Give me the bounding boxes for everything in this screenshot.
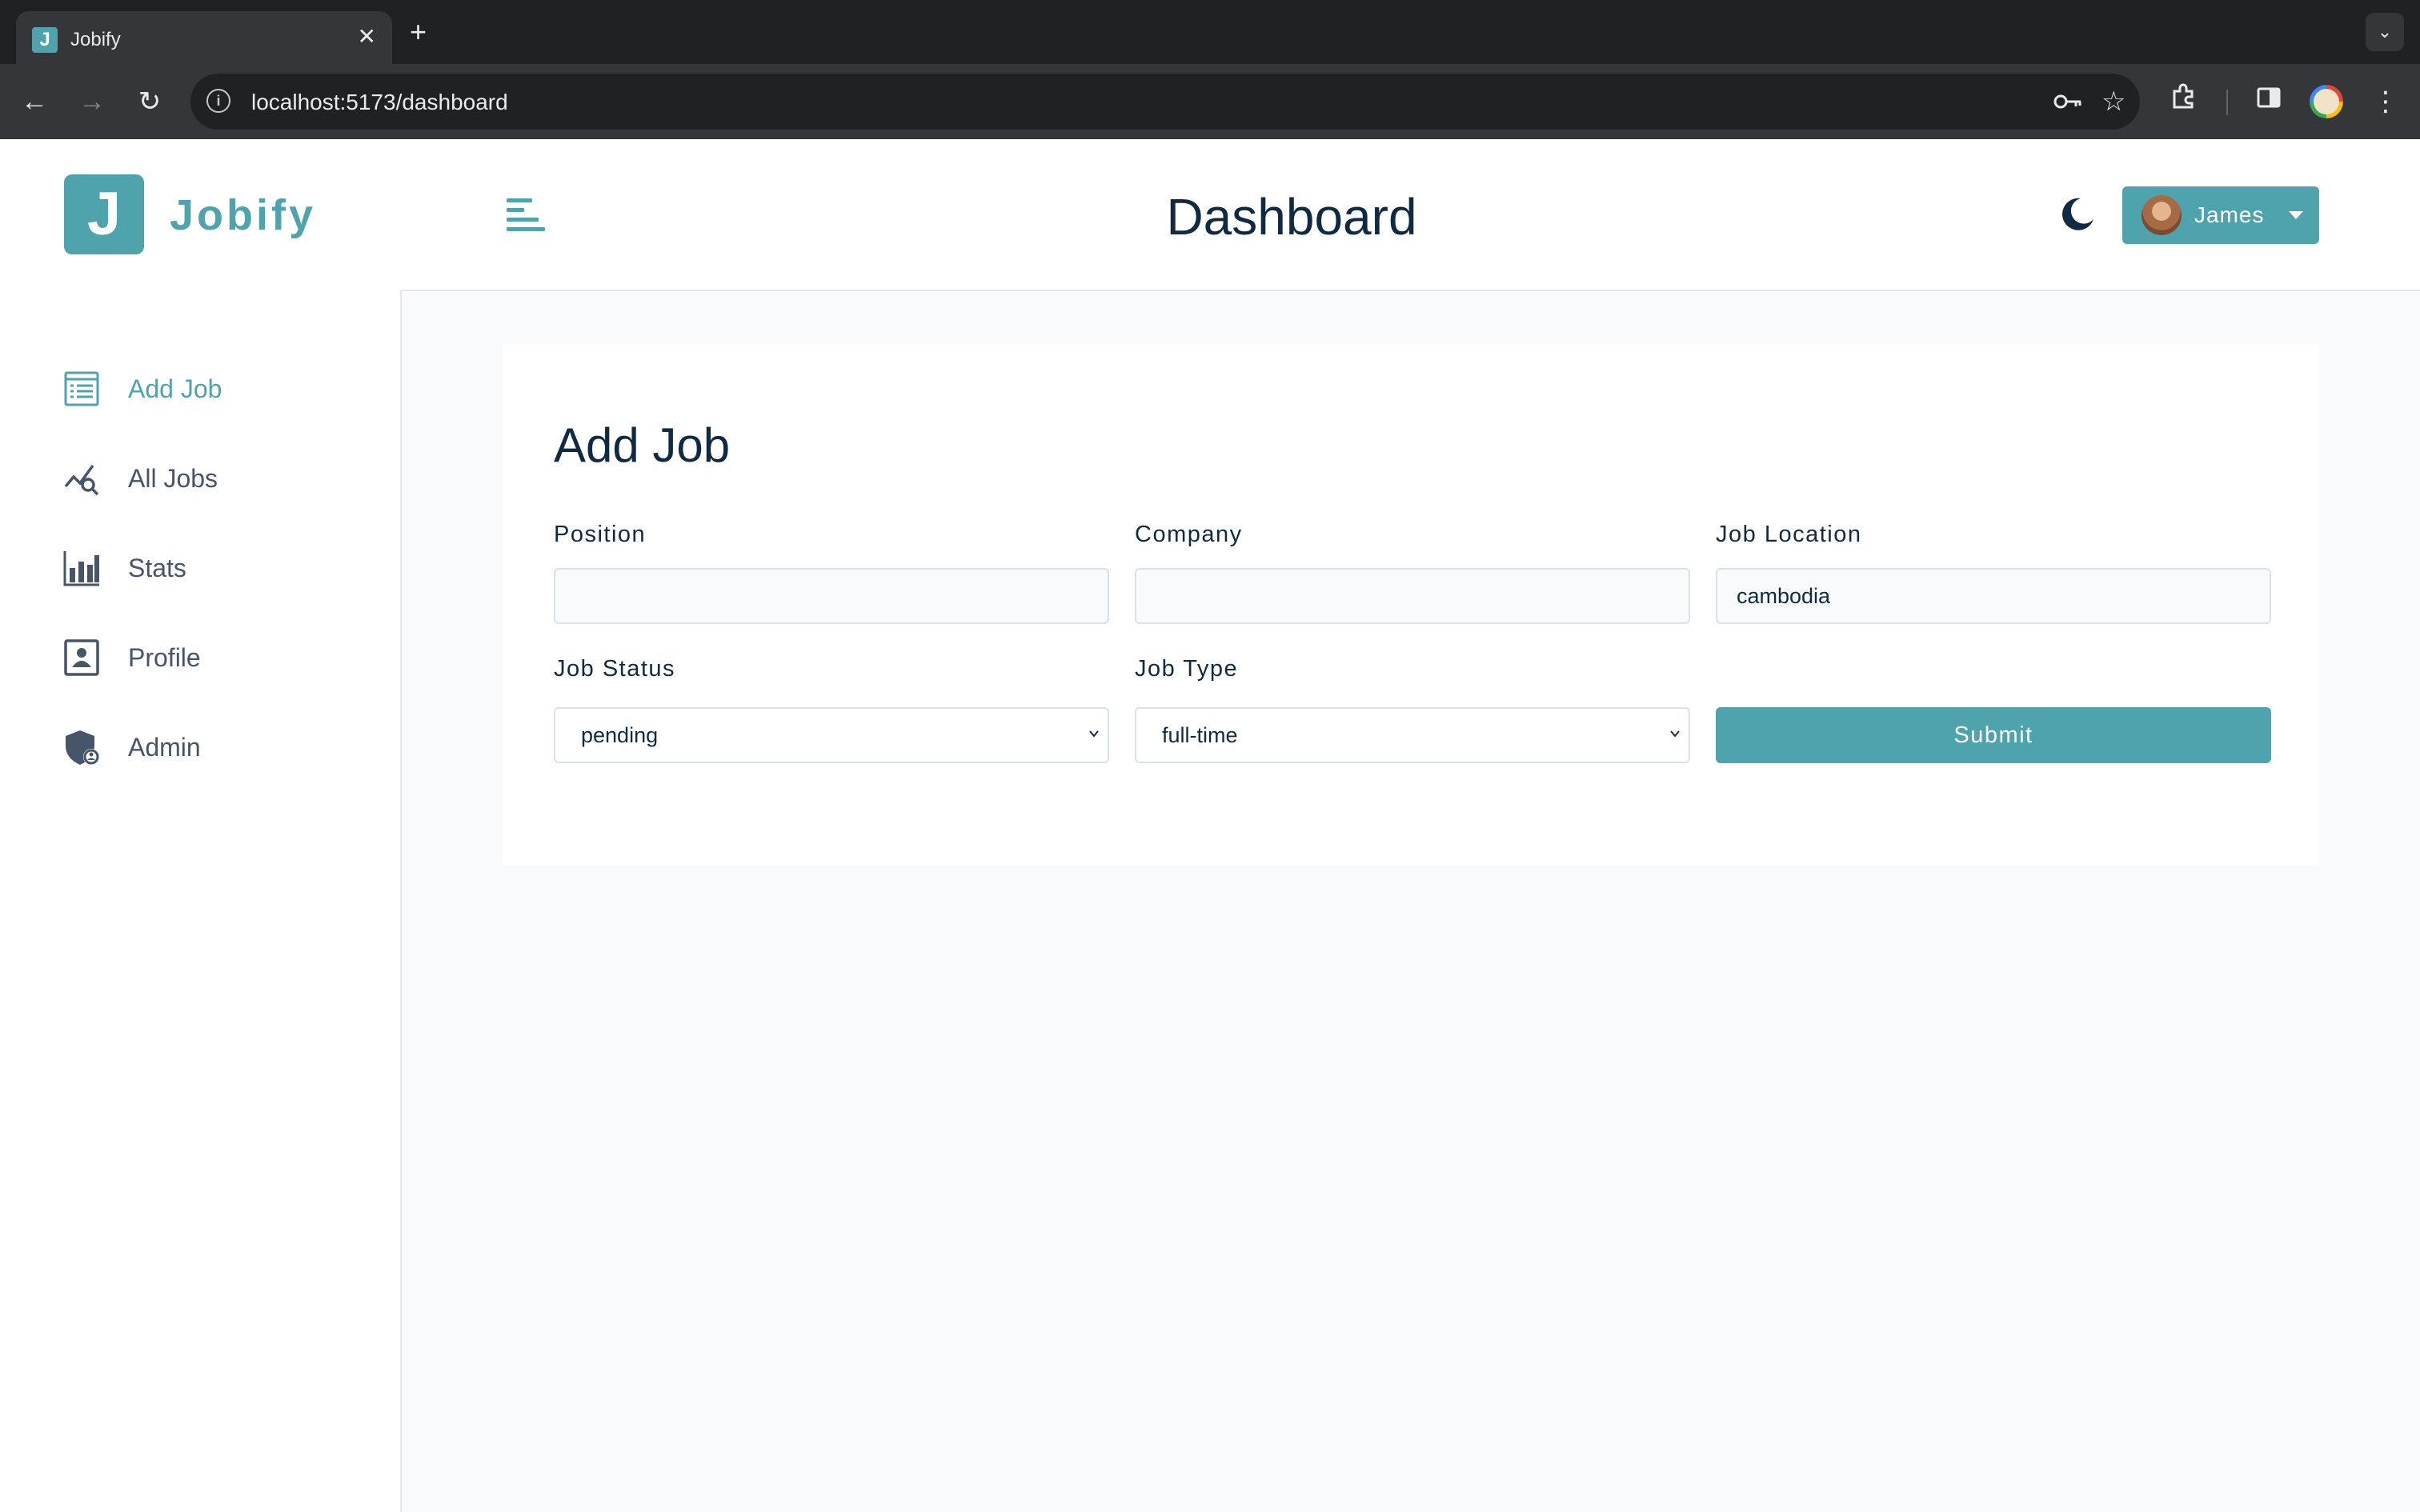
- tab-search-icon[interactable]: ⌄: [2366, 13, 2404, 51]
- address-bar[interactable]: i localhost:5173/dashboard ☆: [190, 74, 2140, 130]
- profile-icon[interactable]: [2310, 85, 2343, 118]
- sidebar-item-label: Admin: [128, 733, 201, 762]
- all-jobs-icon: [64, 464, 99, 496]
- logo-text: Jobify: [170, 191, 317, 239]
- back-icon[interactable]: ←: [14, 82, 54, 122]
- new-tab-icon[interactable]: +: [410, 14, 427, 50]
- side-panel-icon[interactable]: [2249, 82, 2289, 122]
- sidebar: J Jobify Add Job All Jobs Stats Profile …: [0, 139, 402, 1512]
- position-label: Position: [554, 522, 647, 547]
- chevron-down-icon: [1670, 730, 1680, 738]
- add-job-form: Add Job Position Company Job Location ca…: [503, 344, 2319, 866]
- job-location-input[interactable]: cambodia: [1716, 568, 2271, 624]
- company-label: Company: [1135, 522, 1243, 547]
- sidebar-item-label: Add Job: [128, 374, 222, 403]
- jobify-favicon-icon: J: [32, 27, 58, 53]
- sidebar-item-admin[interactable]: Admin: [62, 723, 383, 771]
- main-content: Add Job Position Company Job Location ca…: [402, 291, 2420, 1512]
- reload-icon[interactable]: ↻: [130, 82, 170, 122]
- toolbar-divider: [2226, 90, 2228, 115]
- profile-icon: [64, 639, 99, 676]
- close-icon[interactable]: ✕: [358, 24, 376, 50]
- submit-button[interactable]: Submit: [1716, 707, 2271, 763]
- admin-icon: [66, 730, 99, 765]
- page-title: Dashboard: [1166, 188, 1417, 246]
- menu-icon[interactable]: ⋮: [2366, 82, 2406, 122]
- add-job-icon: [64, 371, 99, 406]
- sidebar-item-add-job[interactable]: Add Job: [62, 365, 383, 413]
- job-type-label: Job Type: [1135, 656, 1239, 682]
- browser-tab[interactable]: J Jobify ✕: [16, 11, 392, 64]
- browser-tab-bar: J Jobify ✕ + ⌄: [0, 0, 2420, 64]
- user-name: James: [2194, 202, 2265, 227]
- forward-icon[interactable]: →: [72, 82, 112, 122]
- key-icon[interactable]: [2052, 85, 2082, 126]
- avatar: [2142, 195, 2182, 235]
- tab-title: Jobify: [70, 29, 121, 50]
- form-title: Add Job: [554, 418, 731, 472]
- moon-icon[interactable]: [2058, 195, 2097, 234]
- info-icon[interactable]: i: [206, 89, 230, 113]
- sidebar-item-label: All Jobs: [128, 464, 218, 493]
- star-icon[interactable]: ☆: [2101, 85, 2126, 118]
- sidebar-item-label: Profile: [128, 643, 201, 672]
- job-status-value: pending: [581, 723, 659, 747]
- user-menu-button[interactable]: James: [2122, 186, 2319, 244]
- sidebar-item-all-jobs[interactable]: All Jobs: [62, 454, 383, 502]
- logo-icon: J: [64, 174, 144, 254]
- job-location-label: Job Location: [1716, 522, 1862, 547]
- job-type-select[interactable]: full-time: [1135, 707, 1690, 763]
- extensions-icon[interactable]: [2164, 82, 2204, 122]
- url-text[interactable]: localhost:5173/dashboard: [251, 90, 508, 115]
- browser-toolbar: ← → ↻ i localhost:5173/dashboard ☆ ⋮: [0, 64, 2420, 139]
- stats-icon: [63, 551, 99, 586]
- sidebar-item-label: Stats: [128, 554, 186, 582]
- top-navbar: Dashboard James: [400, 139, 2420, 291]
- job-status-select[interactable]: pending: [554, 707, 1109, 763]
- company-input[interactable]: [1135, 568, 1690, 624]
- position-input[interactable]: [554, 568, 1109, 624]
- job-type-value: full-time: [1162, 723, 1238, 747]
- caret-down-icon: [2289, 211, 2303, 219]
- chevron-down-icon: [1089, 730, 1099, 738]
- sidebar-item-profile[interactable]: Profile: [62, 634, 383, 682]
- sidebar-item-stats[interactable]: Stats: [62, 544, 383, 592]
- job-status-label: Job Status: [554, 656, 676, 682]
